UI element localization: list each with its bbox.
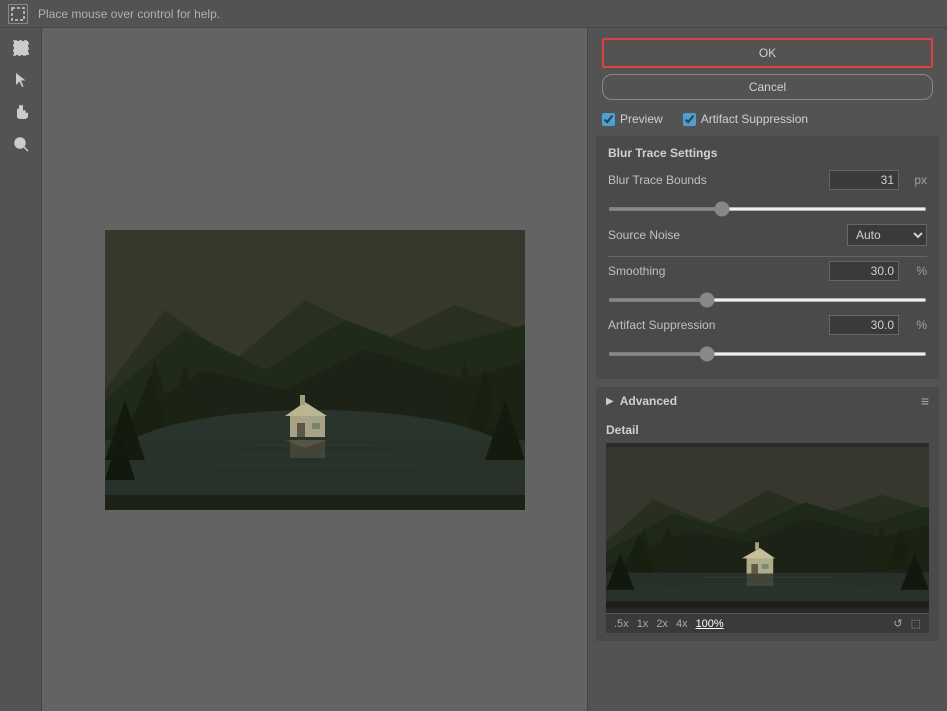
source-noise-row: Source Noise Auto Low Medium High [608,224,927,246]
zoom-100pct-button[interactable]: 100% [696,618,724,630]
detail-title: Detail [606,423,929,437]
blur-trace-bounds-unit: px [903,173,927,187]
blur-trace-settings-panel: Blur Trace Settings Blur Trace Bounds px… [596,136,939,379]
left-toolbar [0,28,42,711]
help-text: Place mouse over control for help. [38,7,220,21]
advanced-triangle-icon: ▶ [606,396,614,407]
detail-section: Detail [596,415,939,641]
artifact-suppression-unit: % [903,318,927,332]
artifact-suppression-slider[interactable] [608,352,927,356]
main-layout: OK Cancel Preview Artifact Suppression B… [0,28,947,711]
main-preview-image [105,230,525,510]
artifact-suppression-slider-row[interactable] [608,345,927,359]
buttons-area: OK Cancel [588,28,947,106]
zoom-point5x-button[interactable]: .5x [614,618,629,630]
cancel-button[interactable]: Cancel [602,74,933,100]
checkboxes-row: Preview Artifact Suppression [588,106,947,132]
artifact-suppression-checkbox[interactable] [683,113,696,126]
marquee-tool-icon [8,4,28,24]
blur-trace-bounds-input[interactable] [829,170,899,190]
advanced-title: Advanced [620,394,677,408]
source-noise-label: Source Noise [608,228,847,242]
separator-1 [608,256,927,257]
zoom-2x-button[interactable]: 2x [656,618,668,630]
zoom-tool-button[interactable] [7,130,35,158]
smoothing-unit: % [903,264,927,278]
ok-button[interactable]: OK [602,38,933,68]
blur-trace-settings-title: Blur Trace Settings [608,146,927,160]
smoothing-row: Smoothing % [608,261,927,281]
artifact-suppression-form-label: Artifact Suppression [608,318,829,332]
artifact-suppression-input[interactable] [829,315,899,335]
zoom-1x-button[interactable]: 1x [637,618,649,630]
smoothing-slider[interactable] [608,298,927,302]
canvas-area [42,28,587,711]
zoom-rotate-icon[interactable]: ↺ [893,617,902,630]
preview-checkbox-item[interactable]: Preview [602,112,663,126]
artifact-suppression-row: Artifact Suppression % [608,315,927,335]
artifact-suppression-checkbox-item[interactable]: Artifact Suppression [683,112,808,126]
advanced-menu-icon[interactable]: ≡ [921,393,929,409]
advanced-section: ▶ Advanced ≡ Detail [596,387,939,641]
zoom-4x-button[interactable]: 4x [676,618,688,630]
zoom-expand-icon[interactable]: ⬚ [911,617,921,630]
source-noise-select[interactable]: Auto Low Medium High [847,224,927,246]
detail-preview-image [606,443,929,613]
select-tool-button[interactable] [7,66,35,94]
blur-trace-bounds-row: Blur Trace Bounds px [608,170,927,190]
smoothing-label: Smoothing [608,264,829,278]
advanced-header[interactable]: ▶ Advanced ≡ [596,387,939,415]
blur-trace-bounds-slider-row[interactable] [608,200,927,214]
status-bar: Place mouse over control for help. [0,0,947,28]
zoom-bar: .5x 1x 2x 4x 100% ↺ ⬚ [606,613,929,633]
preview-label: Preview [620,112,663,126]
advanced-header-left: ▶ Advanced [606,394,677,408]
smoothing-input[interactable] [829,261,899,281]
right-panel: OK Cancel Preview Artifact Suppression B… [587,28,947,711]
blur-trace-bounds-slider[interactable] [608,207,927,211]
hand-tool-button[interactable] [7,98,35,126]
artifact-suppression-label: Artifact Suppression [701,112,808,126]
preview-checkbox[interactable] [602,113,615,126]
smoothing-slider-row[interactable] [608,291,927,305]
marquee-tool-button[interactable] [7,34,35,62]
blur-trace-bounds-label: Blur Trace Bounds [608,173,829,187]
